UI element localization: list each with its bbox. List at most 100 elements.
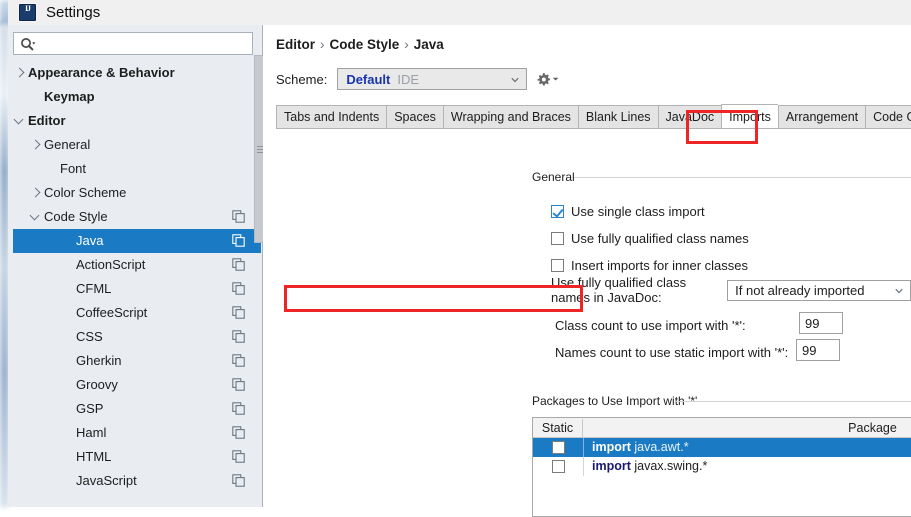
- sidebar-item-javascript[interactable]: JavaScript: [13, 469, 261, 493]
- intellij-idea-icon: [19, 4, 36, 21]
- checkbox-row-1[interactable]: Use fully qualified class names: [551, 228, 749, 248]
- copy-scheme-icon[interactable]: [232, 450, 245, 463]
- class-count-label: Class count to use import with '*':: [555, 317, 746, 333]
- sidebar-item-gherkin[interactable]: Gherkin: [13, 349, 261, 373]
- dialog-titlebar: Settings: [8, 0, 911, 25]
- checkbox-row-2[interactable]: Insert imports for inner classes: [551, 255, 748, 275]
- copy-scheme-icon[interactable]: [232, 282, 245, 295]
- chevron-right-icon[interactable]: [29, 181, 44, 205]
- sidebar-item-appearance-behavior[interactable]: Appearance & Behavior: [13, 61, 261, 85]
- sidebar-item-label: CSS: [76, 329, 103, 344]
- search-input[interactable]: [40, 34, 252, 55]
- package-cell[interactable]: import javax.swing.*: [583, 457, 911, 476]
- sidebar-item-label: Gherkin: [76, 353, 122, 368]
- chevron-down-icon[interactable]: [511, 76, 519, 84]
- sidebar-item-label: GSP: [76, 401, 104, 416]
- checkbox-checked-icon[interactable]: [551, 204, 564, 218]
- sidebar-item-font[interactable]: Font: [13, 157, 261, 181]
- chevron-right-icon[interactable]: [29, 133, 44, 157]
- sidebar-item-label: JavaScript: [76, 473, 137, 488]
- copy-scheme-icon[interactable]: [232, 378, 245, 391]
- tab-wrapping-and-braces[interactable]: Wrapping and Braces: [442, 105, 578, 129]
- tab-code-genera[interactable]: Code Genera: [865, 105, 911, 129]
- package-cell[interactable]: import java.awt.*: [583, 438, 911, 457]
- scheme-scope: IDE: [397, 71, 420, 87]
- settings-tabs[interactable]: Tabs and Indents Spaces Wrapping and Brace…: [276, 104, 911, 129]
- copy-scheme-icon[interactable]: [232, 330, 245, 343]
- tab-blank-lines[interactable]: Blank Lines: [577, 105, 658, 129]
- checkbox-unchecked-icon[interactable]: [551, 231, 564, 245]
- chevron-down-icon[interactable]: [895, 287, 903, 295]
- import-keyword: import: [592, 440, 631, 454]
- chevron-down-icon[interactable]: [13, 109, 28, 133]
- class-count-input[interactable]: [799, 312, 843, 334]
- sidebar-item-label: Groovy: [76, 377, 118, 392]
- checkbox-unchecked-icon[interactable]: [551, 460, 565, 473]
- javadoc-fqn-value: If not already imported: [735, 282, 865, 298]
- sidebar-item-coffeescript[interactable]: CoffeeScript: [13, 301, 261, 325]
- scheme-row: Scheme: Default IDE: [276, 67, 559, 91]
- copy-scheme-icon[interactable]: [232, 306, 245, 319]
- names-count-input[interactable]: [796, 339, 840, 361]
- search-icon[interactable]: [20, 37, 36, 52]
- checkbox-unchecked-icon[interactable]: [551, 258, 564, 272]
- static-cell[interactable]: [533, 457, 583, 476]
- sidebar-item-groovy[interactable]: Groovy: [13, 373, 261, 397]
- tabs-underline: [276, 128, 911, 129]
- scheme-select[interactable]: Default IDE: [337, 68, 528, 90]
- sidebar-item-label: Keymap: [44, 89, 95, 104]
- gear-icon[interactable]: [537, 72, 551, 87]
- scheme-settings-button[interactable]: [537, 69, 559, 89]
- javadoc-fqn-select[interactable]: If not already imported: [727, 279, 911, 301]
- tab-javadoc[interactable]: JavaDoc: [657, 105, 722, 129]
- sidebar-item-label: Code Style: [44, 209, 108, 224]
- sidebar-item-css[interactable]: CSS: [13, 325, 261, 349]
- copy-scheme-icon[interactable]: [232, 258, 245, 271]
- checkbox-row-0[interactable]: Use single class import: [551, 201, 705, 221]
- sidebar-item-label: Java: [76, 233, 104, 248]
- tab-spaces[interactable]: Spaces: [386, 105, 443, 129]
- sidebar-item-label: Editor: [28, 113, 66, 128]
- sidebar-item-label: Color Scheme: [44, 185, 127, 200]
- sidebar-item-general[interactable]: General: [13, 133, 261, 157]
- sidebar-item-html[interactable]: HTML: [13, 445, 261, 469]
- copy-scheme-icon[interactable]: [232, 210, 245, 223]
- chevron-down-icon[interactable]: [29, 205, 44, 229]
- copy-scheme-icon[interactable]: [232, 402, 245, 415]
- sidebar-item-gsp[interactable]: GSP: [13, 397, 261, 421]
- breadcrumb-item[interactable]: Editor: [276, 37, 315, 52]
- gear-dropdown-arrow-icon[interactable]: [552, 75, 559, 83]
- tab-arrangement[interactable]: Arrangement: [777, 105, 866, 129]
- breadcrumb-item[interactable]: Code Style: [330, 37, 400, 52]
- copy-scheme-icon[interactable]: [232, 474, 245, 487]
- sidebar-item-color-scheme[interactable]: Color Scheme: [13, 181, 261, 205]
- sidebar-item-label: ActionScript: [76, 257, 146, 272]
- settings-tree[interactable]: Appearance & Behavior Keymap Editor General…: [13, 61, 261, 507]
- scheme-label: Scheme:: [276, 71, 328, 87]
- search-box[interactable]: [13, 32, 253, 55]
- window-title: Settings: [46, 4, 101, 21]
- copy-scheme-icon[interactable]: [232, 354, 245, 367]
- copy-scheme-icon[interactable]: [232, 426, 245, 439]
- table-row[interactable]: import javax.swing.*: [533, 457, 911, 476]
- sidebar-item-label: General: [44, 137, 91, 152]
- tab-imports[interactable]: Imports: [721, 104, 778, 129]
- copy-scheme-icon[interactable]: [232, 234, 245, 247]
- sidebar-item-code-style[interactable]: Code Style: [13, 205, 261, 229]
- sidebar-item-keymap[interactable]: Keymap: [13, 85, 261, 109]
- packages-table[interactable]: Static Package import java.awt.* import j…: [532, 417, 911, 517]
- sidebar-item-editor[interactable]: Editor: [13, 109, 261, 133]
- tab-tabs-and-indents[interactable]: Tabs and Indents: [276, 105, 387, 129]
- sidebar-item-label: Font: [60, 161, 87, 176]
- static-cell[interactable]: [533, 438, 583, 457]
- sidebar-item-cfml[interactable]: CFML: [13, 277, 261, 301]
- sidebar-item-java[interactable]: Java: [13, 229, 261, 253]
- sidebar-item-haml[interactable]: Haml: [13, 421, 261, 445]
- chevron-right-icon[interactable]: [13, 61, 28, 85]
- table-row[interactable]: import java.awt.*: [533, 438, 911, 457]
- checkbox-unchecked-icon[interactable]: [551, 441, 565, 454]
- sidebar-item-actionscript[interactable]: ActionScript: [13, 253, 261, 277]
